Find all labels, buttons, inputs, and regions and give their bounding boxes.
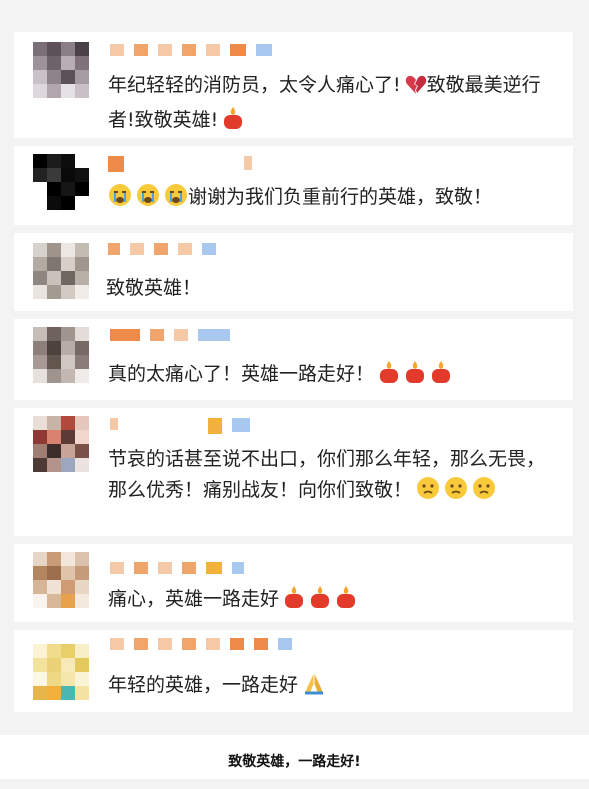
username-blurred[interactable] — [108, 243, 216, 255]
username-blurred[interactable] — [110, 44, 272, 56]
crying-face-icon — [136, 183, 160, 217]
crying-face-icon — [164, 183, 188, 217]
avatar[interactable] — [33, 416, 89, 472]
comment-line: 年轻的英雄，一路走好 — [108, 674, 299, 696]
comment-line: 真的太痛心了！英雄一路走好！ — [108, 363, 375, 385]
comment-card: 痛心，英雄一路走好 — [14, 544, 573, 622]
comment-text: 痛心，英雄一路走好 — [108, 584, 557, 619]
comment-text: 致敬英雄！ — [106, 273, 557, 304]
comment-text: 年轻的英雄，一路走好 — [108, 670, 557, 705]
avatar[interactable] — [33, 327, 89, 383]
comment-feed: 年纪轻轻的消防员，太令人痛心了! 致敬最美逆行者!致敬英雄! 谢谢为我们负重前行的… — [0, 0, 589, 779]
comment-card: 年轻的英雄，一路走好 — [14, 630, 573, 712]
comment-text: 真的太痛心了！英雄一路走好！ — [108, 359, 557, 394]
comment-card: 真的太痛心了！英雄一路走好！ — [14, 319, 573, 400]
praying-hands-icon — [302, 671, 326, 705]
comment-line: 致敬英雄！ — [106, 277, 202, 299]
username-blurred[interactable] — [110, 418, 250, 434]
avatar[interactable] — [33, 552, 89, 608]
avatar[interactable] — [33, 644, 89, 700]
username-blurred[interactable] — [110, 562, 244, 574]
comment-card: 年纪轻轻的消防员，太令人痛心了! 致敬最美逆行者!致敬英雄! — [14, 32, 573, 138]
comment-line: 年纪轻轻的消防员，太令人痛心了! — [108, 74, 401, 96]
sad-face-icon — [444, 476, 468, 510]
comment-line: 谢谢为我们负重前行的英雄，致敬！ — [188, 186, 493, 208]
comment-card: 节哀的话甚至说不出口，你们那么年轻，那么无畏，那么优秀！痛别战友！向你们致敬！ — [14, 408, 573, 536]
username-blurred[interactable] — [110, 638, 292, 650]
avatar[interactable] — [33, 154, 89, 210]
candle-icon — [222, 106, 244, 140]
comment-text: 年纪轻轻的消防员，太令人痛心了! 致敬最美逆行者!致敬英雄! — [108, 70, 557, 140]
comment-card: 致敬英雄！ — [14, 233, 573, 311]
broken-heart-icon — [405, 74, 427, 105]
avatar[interactable] — [33, 42, 89, 98]
username-blurred[interactable] — [108, 156, 252, 172]
candle-icon — [309, 585, 331, 619]
caption-footer: 致敬英雄，一路走好! — [0, 735, 589, 779]
comment-card: 谢谢为我们负重前行的英雄，致敬！ — [14, 146, 573, 225]
comment-text: 谢谢为我们负重前行的英雄，致敬！ — [108, 182, 557, 217]
candle-icon — [430, 360, 452, 394]
comment-text: 节哀的话甚至说不出口，你们那么年轻，那么无畏，那么优秀！痛别战友！向你们致敬！ — [108, 444, 557, 510]
crying-face-icon — [108, 183, 132, 217]
username-blurred[interactable] — [110, 329, 230, 341]
sad-face-icon — [472, 476, 496, 510]
comment-line: 痛心，英雄一路走好 — [108, 588, 280, 610]
sad-face-icon — [416, 476, 440, 510]
candle-icon — [378, 360, 400, 394]
candle-icon — [335, 585, 357, 619]
caption-text: 致敬英雄，一路走好! — [228, 754, 361, 770]
candle-icon — [283, 585, 305, 619]
avatar[interactable] — [33, 243, 89, 299]
candle-icon — [404, 360, 426, 394]
